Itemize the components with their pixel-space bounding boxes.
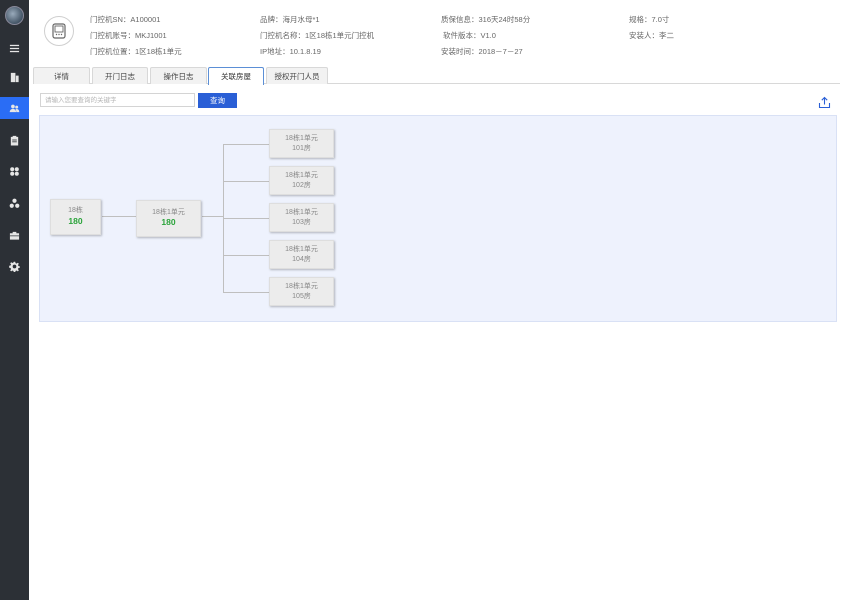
device-spec: 规格：7.0寸 — [629, 15, 670, 24]
sidebar-item-apps[interactable] — [0, 160, 29, 182]
node-count: 180 — [161, 217, 176, 228]
cluster-icon — [9, 198, 20, 208]
export-icon[interactable] — [818, 96, 831, 109]
room-unit-label: 18栋1单元 — [285, 282, 318, 290]
sidebar-item-users[interactable] — [0, 97, 29, 119]
room-label: 105房 — [292, 292, 311, 300]
device-name: 门控机名称：1区18栋1单元门控机 — [260, 31, 375, 40]
apps-icon — [10, 166, 19, 176]
connector-line — [223, 218, 270, 219]
room-label: 104房 — [292, 255, 311, 263]
connector-line — [102, 216, 138, 217]
sidebar-item-cluster[interactable] — [0, 192, 29, 214]
tab-open-log[interactable]: 开门日志 — [92, 67, 148, 84]
connector-line — [223, 255, 270, 256]
user-avatar[interactable] — [5, 6, 24, 25]
sidebar-item-briefcase[interactable] — [0, 224, 29, 246]
search-input[interactable] — [40, 93, 195, 107]
settings-icon — [9, 261, 20, 272]
device-avatar — [44, 16, 74, 46]
users-icon — [9, 104, 20, 112]
room-unit-label: 18栋1单元 — [285, 245, 318, 253]
room-label: 102房 — [292, 181, 311, 189]
tree-node-room[interactable]: 18栋1单元 105房 — [269, 277, 334, 306]
room-unit-label: 18栋1单元 — [285, 208, 318, 216]
connector-line — [223, 144, 270, 145]
tab-operation-log[interactable]: 操作日志 — [150, 67, 207, 84]
clipboard-icon — [10, 135, 19, 146]
connector-line — [202, 216, 224, 217]
node-label: 18栋 — [68, 207, 83, 215]
device-software-version: 软件版本：V1.0 — [443, 31, 496, 40]
device-sn: 门控机SN：A100001 — [90, 15, 161, 24]
tree-node-room[interactable]: 18栋1单元 101房 — [269, 129, 334, 158]
room-label: 103房 — [292, 218, 311, 226]
room-unit-label: 18栋1单元 — [285, 171, 318, 179]
device-installer: 安装人：李二 — [629, 31, 674, 40]
tree-node-unit[interactable]: 18栋1单元 180 — [136, 200, 201, 237]
search-button[interactable]: 查询 — [198, 93, 237, 108]
tree-node-room[interactable]: 18栋1单元 103房 — [269, 203, 334, 232]
device-brand: 品牌：海月水母*1 — [260, 15, 320, 24]
device-install-time: 安装时间：2018－7－27 — [441, 47, 523, 56]
tree-node-building[interactable]: 18栋 180 — [50, 199, 101, 235]
sidebar-item-clipboard[interactable] — [0, 129, 29, 151]
device-warranty: 质保信息：316天24时58分 — [441, 15, 531, 24]
tab-authorized-people[interactable]: 授权开门人员 — [266, 67, 328, 84]
tablet-icon — [52, 23, 66, 39]
device-account: 门控机账号：MKJ1001 — [90, 31, 167, 40]
node-label: 18栋1单元 — [152, 208, 185, 216]
connector-line — [223, 181, 270, 182]
menu-icon — [9, 44, 20, 52]
briefcase-icon — [9, 231, 20, 240]
sidebar-item-building[interactable] — [0, 66, 29, 88]
node-count: 180 — [68, 215, 83, 226]
connector-line — [223, 292, 270, 293]
tree-node-room[interactable]: 18栋1单元 104房 — [269, 240, 334, 269]
tree-node-room[interactable]: 18栋1单元 102房 — [269, 166, 334, 195]
room-tree: 18栋 180 18栋1单元 180 18栋1单元 101房 18栋1单元 10… — [39, 115, 837, 322]
sidebar-item-settings[interactable] — [0, 255, 29, 277]
tab-linked-rooms[interactable]: 关联房屋 — [208, 67, 264, 85]
device-ip: IP地址：10.1.8.19 — [260, 47, 321, 56]
sidebar-item-menu[interactable] — [0, 37, 29, 59]
room-unit-label: 18栋1单元 — [285, 134, 318, 142]
sidebar — [0, 0, 29, 600]
room-label: 101房 — [292, 144, 311, 152]
building-icon — [10, 72, 19, 82]
device-location: 门控机位置：1区18栋1单元 — [90, 47, 182, 56]
tab-details[interactable]: 详情 — [33, 67, 90, 84]
tab-bar: 详情 开门日志 操作日志 关联房屋 授权开门人员 — [33, 67, 840, 85]
